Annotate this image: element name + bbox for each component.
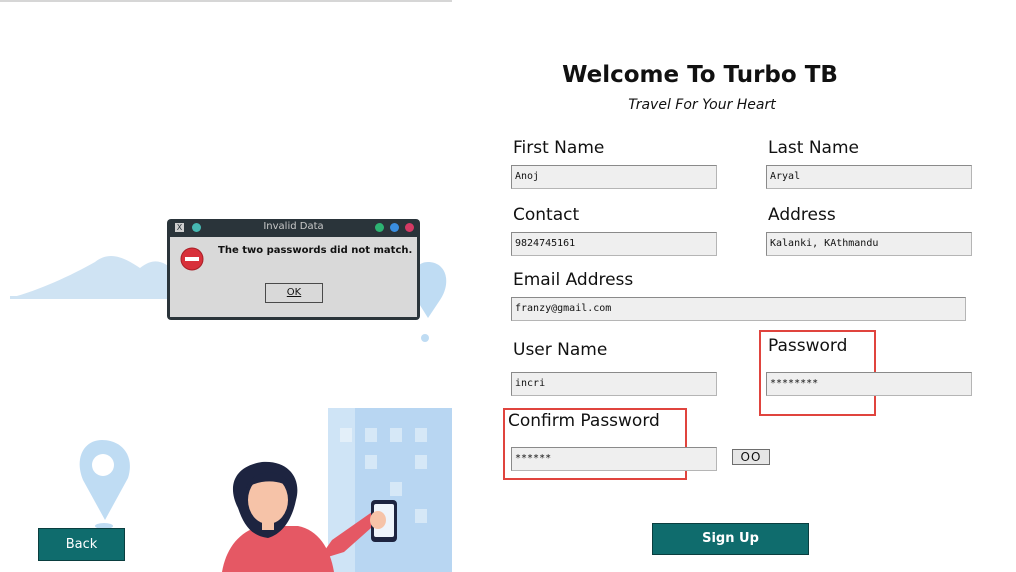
back-button[interactable]: Back: [38, 528, 125, 561]
dialog-titlebar[interactable]: X Invalid Data: [170, 219, 417, 237]
error-icon: [180, 247, 204, 271]
email-label: Email Address: [513, 270, 634, 290]
last-name-field[interactable]: Aryal: [766, 165, 972, 189]
minimize-icon[interactable]: [375, 223, 384, 232]
page-subtitle: Travel For Your Heart: [628, 97, 776, 113]
password-field[interactable]: ********: [766, 372, 972, 396]
password-label: Password: [768, 336, 848, 356]
invalid-data-dialog: X Invalid Data The two passwords did not…: [167, 219, 420, 320]
address-label: Address: [768, 205, 836, 225]
close-icon[interactable]: [405, 223, 414, 232]
signup-button[interactable]: Sign Up: [652, 523, 809, 555]
contact-label: Contact: [513, 205, 580, 225]
username-label: User Name: [513, 340, 608, 360]
email-field[interactable]: franzy@gmail.com: [511, 297, 966, 321]
confirm-password-label: Confirm Password: [508, 411, 660, 431]
last-name-label: Last Name: [768, 138, 859, 158]
page-title: Welcome To Turbo TB: [562, 62, 838, 88]
dialog-message: The two passwords did not match.: [218, 245, 413, 256]
confirm-password-field[interactable]: ******: [511, 447, 717, 471]
first-name-field[interactable]: Anoj: [511, 165, 717, 189]
address-field[interactable]: Kalanki, KAthmandu: [766, 232, 972, 256]
first-name-label: First Name: [513, 138, 605, 158]
ok-button[interactable]: OK: [265, 283, 323, 303]
maximize-icon[interactable]: [390, 223, 399, 232]
contact-field[interactable]: 9824745161: [511, 232, 717, 256]
show-password-toggle-button[interactable]: OO: [732, 449, 770, 465]
username-field[interactable]: incri: [511, 372, 717, 396]
dialog-body: The two passwords did not match. OK: [170, 237, 417, 317]
